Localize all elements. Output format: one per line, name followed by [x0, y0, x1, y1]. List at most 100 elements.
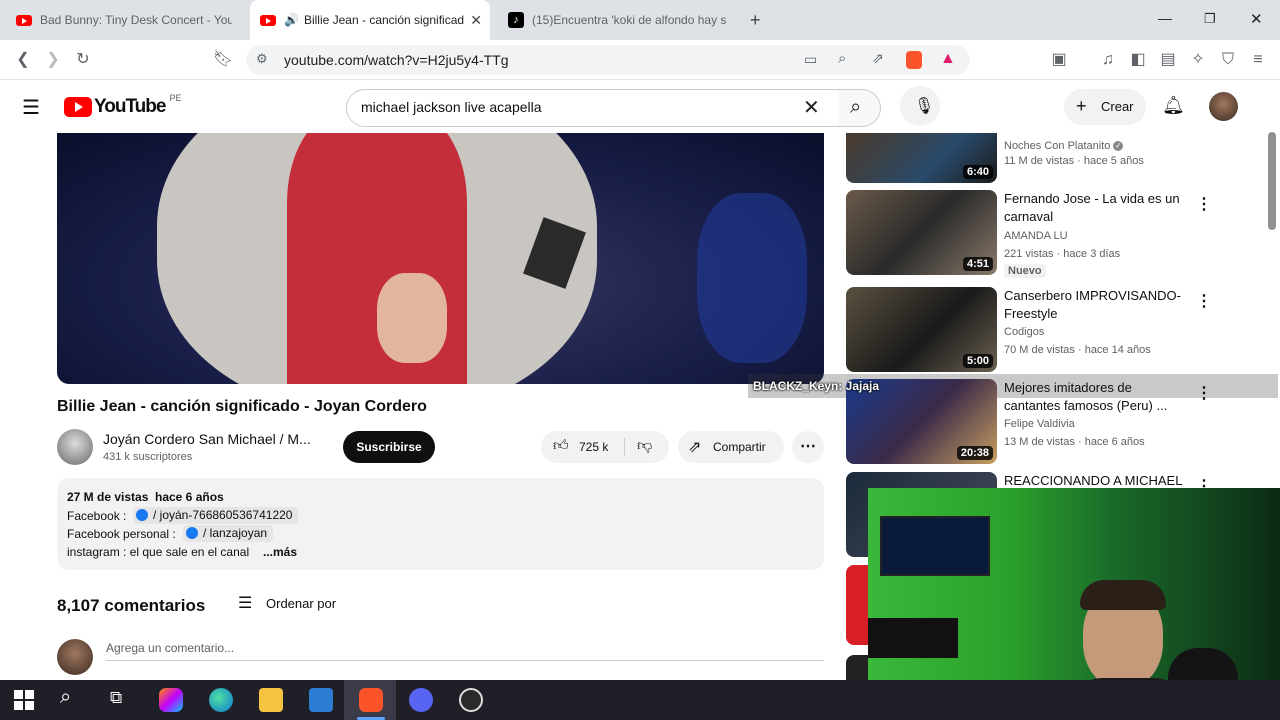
webcam-background-keyboard	[868, 618, 958, 658]
create-label: Crear	[1101, 99, 1134, 114]
video-thumbnail[interactable]: 6:40	[846, 133, 997, 183]
microphone-icon: 🎙︎	[914, 98, 935, 115]
windows-start-icon[interactable]	[14, 690, 34, 710]
minimize-icon[interactable]: —	[1158, 10, 1172, 26]
channel-avatar[interactable]	[57, 429, 93, 465]
channel-name[interactable]: Joyán Cordero San Michael / M...	[103, 431, 311, 447]
site-settings-icon[interactable]: ⚙︎	[256, 51, 268, 67]
rec-title: Mejores imitadores de cantantes famosos …	[1004, 380, 1168, 413]
sort-by-button[interactable]: Ordenar por	[266, 596, 336, 611]
youtube-icon	[260, 14, 276, 26]
search-input[interactable]: michael jackson live acapella ✕	[346, 89, 840, 127]
edge-icon[interactable]	[209, 688, 233, 712]
share-label: Compartir	[713, 440, 766, 454]
task-view-icon[interactable]: ⧉	[110, 688, 122, 708]
rec-meta: 13 M de vistas · hace 6 años	[1004, 436, 1145, 448]
hamburger-menu-icon[interactable]: ☰	[22, 95, 40, 120]
video-frame-hand	[377, 273, 447, 363]
more-actions-icon[interactable]: ⋯	[792, 431, 824, 463]
taskbar-search-icon[interactable]: ⌕	[60, 686, 71, 709]
cast-icon[interactable]: ▭	[804, 51, 817, 68]
facebook-icon	[136, 509, 148, 521]
tab-title: (15)Encuentra 'koki de alfondo hay si...	[532, 13, 727, 27]
like-icon[interactable]: 👍︎	[553, 437, 569, 455]
brave-shield-icon[interactable]	[906, 51, 922, 69]
plus-icon: +	[1076, 96, 1087, 116]
brave-rewards-icon[interactable]: ▲	[940, 50, 956, 68]
notifications-bell-icon[interactable]: 🔔︎	[1162, 95, 1185, 116]
facebook-label: Facebook :	[67, 509, 127, 523]
leo-ai-icon[interactable]: ✧	[1187, 50, 1209, 70]
like-count[interactable]: 725 k	[579, 440, 608, 454]
tab-bad-bunny[interactable]: Bad Bunny: Tiny Desk Concert - YouTube	[8, 0, 248, 40]
dislike-icon[interactable]: 👎︎	[637, 437, 652, 455]
more-options-icon[interactable]: ⋮	[1196, 383, 1212, 403]
clear-search-icon[interactable]: ✕	[803, 95, 820, 120]
tiktok-icon: ♪	[508, 12, 524, 28]
music-icon[interactable]: ♫	[1097, 50, 1119, 70]
forward-icon[interactable]: ❯	[42, 50, 64, 70]
recommendation-item[interactable]: 5:00 Canserbero IMPROVISANDO- Freestyle …	[846, 287, 1276, 372]
tab-tiktok[interactable]: ♪ (15)Encuentra 'koki de alfondo hay si.…	[498, 0, 740, 40]
duration-badge: 20:38	[956, 446, 993, 460]
logo-text: YouTube	[94, 96, 166, 117]
sort-icon[interactable]: ☰	[238, 593, 252, 613]
speaker-icon: 🔊	[284, 13, 299, 27]
show-more-link[interactable]: ...más	[263, 545, 297, 559]
microsoft-store-icon[interactable]	[309, 688, 333, 712]
duration-badge: 6:40	[962, 165, 993, 179]
tab-billie-jean[interactable]: 🔊 Billie Jean - canción significado ✕	[250, 0, 490, 40]
facebook-link[interactable]: / joyán-766860536741220	[133, 507, 299, 524]
search-button[interactable]: ⌕	[839, 89, 881, 127]
facebook-personal-link[interactable]: / lanzajoyan	[183, 525, 274, 542]
youtube-icon	[16, 14, 32, 26]
vpn-icon[interactable]: ⛉	[1217, 50, 1239, 70]
reload-icon[interactable]: ↻	[72, 50, 94, 70]
new-tab-icon[interactable]: +	[750, 10, 761, 31]
rec-meta: 11 M de vistas · hace 5 años	[1004, 155, 1144, 167]
description-box[interactable]: 27 M de vistas hace 6 años Facebook : / …	[57, 478, 824, 570]
new-badge: Nuevo	[1004, 264, 1046, 278]
discord-icon[interactable]	[409, 688, 433, 712]
create-button[interactable]: + Crear	[1064, 89, 1146, 125]
file-explorer-icon[interactable]	[259, 688, 283, 712]
youtube-logo[interactable]: YouTube PE	[64, 93, 181, 118]
more-options-icon[interactable]: ⋮	[1196, 291, 1212, 311]
voice-search-button[interactable]: 🎙︎	[900, 86, 940, 126]
facebook-personal-link-text: / lanzajoyan	[203, 526, 268, 540]
url-field[interactable]: ⚙︎ youtube.com/watch?v=H2ju5y4-TTg ▭ ⌕ ⇗…	[246, 45, 970, 75]
search-query: michael jackson live acapella	[361, 99, 542, 115]
reading-list-icon[interactable]: ▣	[1048, 50, 1070, 70]
brave-icon[interactable]	[359, 688, 383, 712]
back-icon[interactable]: ❮	[12, 50, 34, 70]
close-window-icon[interactable]: ✕	[1250, 10, 1263, 28]
share-icon[interactable]: ⇗	[872, 50, 884, 67]
share-button[interactable]: ⇗ Compartir	[678, 431, 784, 463]
account-avatar[interactable]	[1209, 92, 1238, 121]
page-scrollbar-thumb[interactable]	[1268, 132, 1276, 230]
add-comment-input[interactable]: Agrega un comentario...	[106, 641, 824, 661]
subscriber-count: 431 k suscriptores	[103, 451, 193, 463]
obs-icon[interactable]	[459, 688, 483, 712]
close-tab-icon[interactable]: ✕	[470, 12, 482, 29]
copilot-icon[interactable]	[159, 688, 183, 712]
url-text: youtube.com/watch?v=H2ju5y4-TTg	[284, 52, 509, 68]
subscribe-button[interactable]: Suscribirse	[343, 431, 435, 463]
video-thumbnail[interactable]	[846, 565, 868, 645]
more-options-icon[interactable]: ⋮	[1196, 194, 1212, 214]
user-avatar	[57, 639, 93, 675]
rec-channel: Noches Con Platanito ✓	[1004, 140, 1124, 152]
menu-icon[interactable]: ≡	[1247, 50, 1269, 70]
wallet-icon[interactable]: ▤	[1157, 50, 1179, 70]
recommendation-item[interactable]: 4:51 Fernando Jose - La vida es un carna…	[846, 190, 1276, 278]
zoom-icon[interactable]: ⌕	[838, 50, 846, 67]
bookmark-icon[interactable]: 🔖︎	[212, 50, 234, 70]
sidebar-icon[interactable]: ◧	[1127, 50, 1149, 70]
video-player[interactable]	[57, 133, 824, 384]
recommendation-item[interactable]: 6:40 Noches Con Platanito ✓ 11 M de vist…	[846, 133, 1276, 183]
video-thumbnail[interactable]	[846, 655, 868, 680]
restore-icon[interactable]: ❐	[1204, 11, 1216, 27]
recommendation-item[interactable]: 20:38 Mejores imitadores de cantantes fa…	[846, 379, 1276, 464]
video-thumbnail[interactable]: 5:00	[846, 287, 997, 372]
video-thumbnail[interactable]: 4:51	[846, 190, 997, 275]
